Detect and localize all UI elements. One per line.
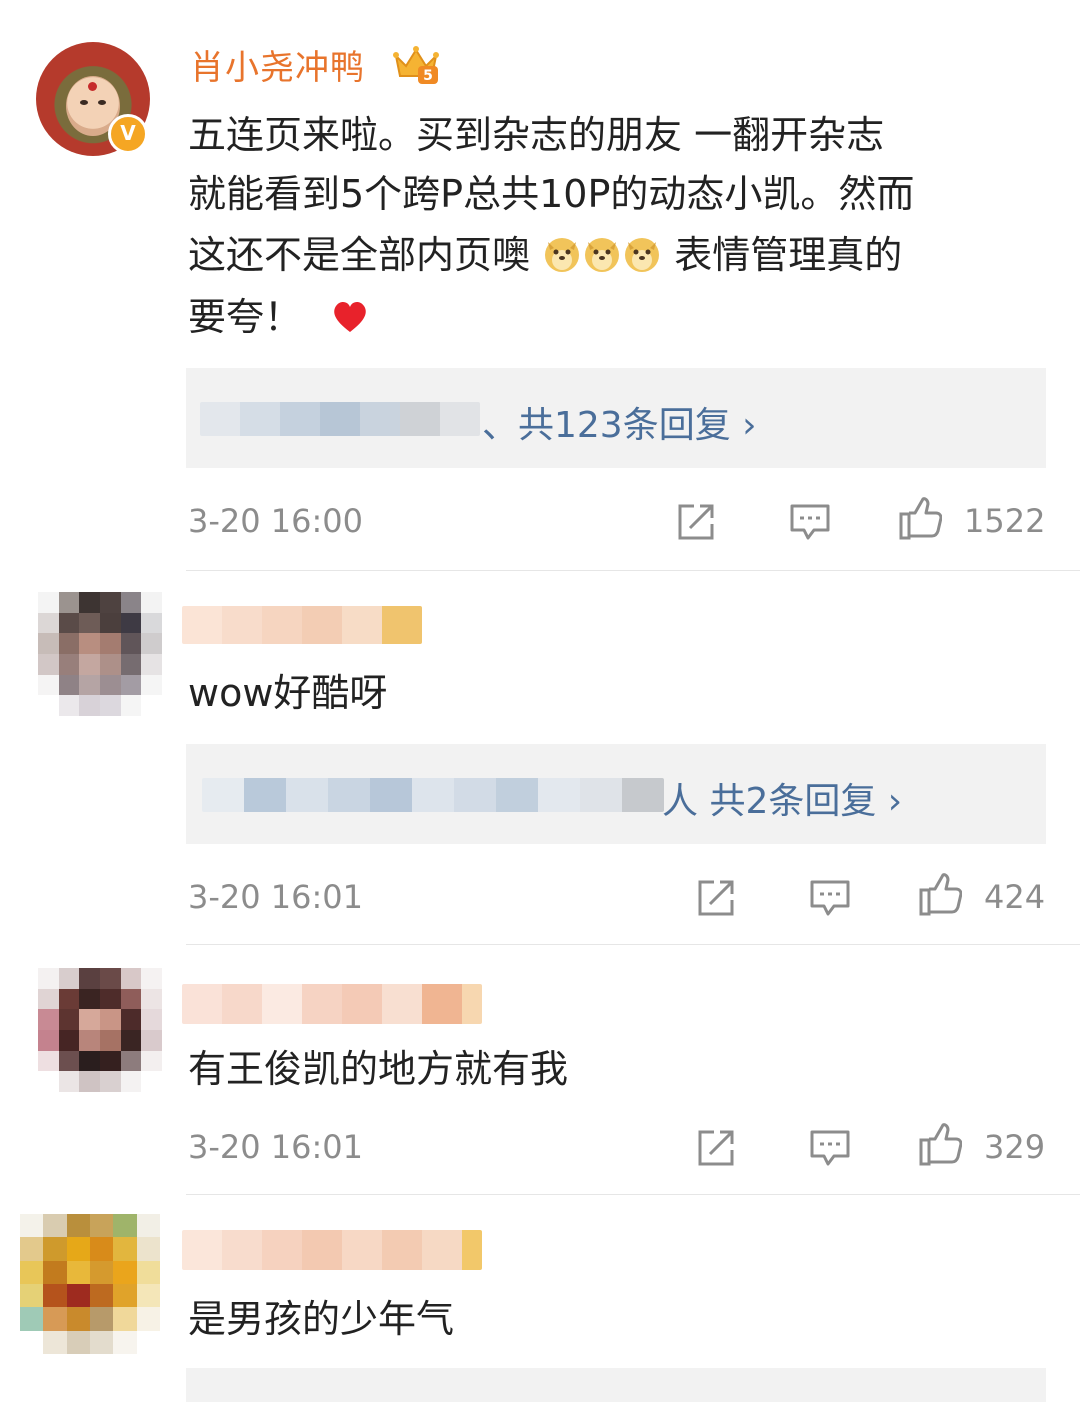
reply-preview-box[interactable]: 人 共2条回复 ›	[186, 744, 1046, 844]
comment-text: 五连页来啦。买到杂志的朋友 一翻开杂志	[188, 113, 885, 157]
like-count: 424	[984, 878, 1046, 916]
verified-badge-icon: V	[108, 114, 148, 154]
thumbs-up-icon[interactable]	[918, 1122, 962, 1166]
comment-text: 这还不是全部内页噢 表情管理真的	[188, 226, 902, 285]
comment-text-part: 这还不是全部内页噢	[188, 233, 531, 277]
doge-emoji-icon	[625, 238, 660, 272]
avatar[interactable]	[38, 968, 162, 1092]
thumbs-up-icon[interactable]	[918, 872, 962, 916]
avatar[interactable]	[38, 592, 162, 716]
divider	[186, 1194, 1080, 1195]
comment-text-part: 要夸！	[188, 295, 303, 339]
reply-count-link[interactable]: 人 共2条回复 ›	[662, 772, 902, 824]
comment-text: 是男孩的少年气	[188, 1297, 455, 1341]
blurred-username	[182, 1230, 482, 1270]
comment-text: 有王俊凯的地方就有我	[188, 1047, 569, 1091]
divider	[186, 570, 1080, 571]
comment-text-part: 表情管理真的	[674, 233, 903, 277]
crown-badge-icon: 5	[393, 46, 439, 84]
doge-emoji-icon	[585, 238, 620, 272]
thumbs-up-icon[interactable]	[898, 496, 942, 540]
avatar[interactable]	[20, 1214, 160, 1354]
crown-level: 5	[423, 68, 433, 84]
comment-icon[interactable]	[808, 876, 852, 920]
comment-text: wow好酷呀	[188, 671, 388, 715]
doge-emoji-icon	[545, 238, 580, 272]
comment-text: 要夸！	[188, 288, 370, 347]
timestamp: 3-20 16:01	[188, 1128, 364, 1166]
comment-icon[interactable]	[808, 1126, 852, 1170]
blurred-username	[182, 984, 482, 1024]
comment-text: 就能看到5个跨P总共10P的动态小凯。然而	[188, 172, 915, 216]
comment-icon[interactable]	[788, 500, 832, 544]
reply-preview-box[interactable]: 、共123条回复 ›	[186, 368, 1046, 468]
share-icon[interactable]	[694, 876, 738, 920]
timestamp: 3-20 16:01	[188, 878, 364, 916]
blurred-username	[182, 606, 422, 644]
username[interactable]: 肖小尧冲鸭	[190, 40, 365, 89]
reply-preview-box[interactable]	[186, 1368, 1046, 1402]
share-icon[interactable]	[694, 1126, 738, 1170]
timestamp: 3-20 16:00	[188, 502, 364, 540]
like-count: 329	[984, 1128, 1046, 1166]
blurred-reply-names	[200, 402, 480, 436]
divider	[186, 944, 1080, 945]
blurred-reply-names	[202, 778, 664, 812]
like-count: 1522	[964, 502, 1046, 540]
heart-emoji-icon	[334, 301, 366, 332]
reply-count-link[interactable]: 、共123条回复 ›	[482, 396, 757, 448]
share-icon[interactable]	[674, 500, 718, 544]
